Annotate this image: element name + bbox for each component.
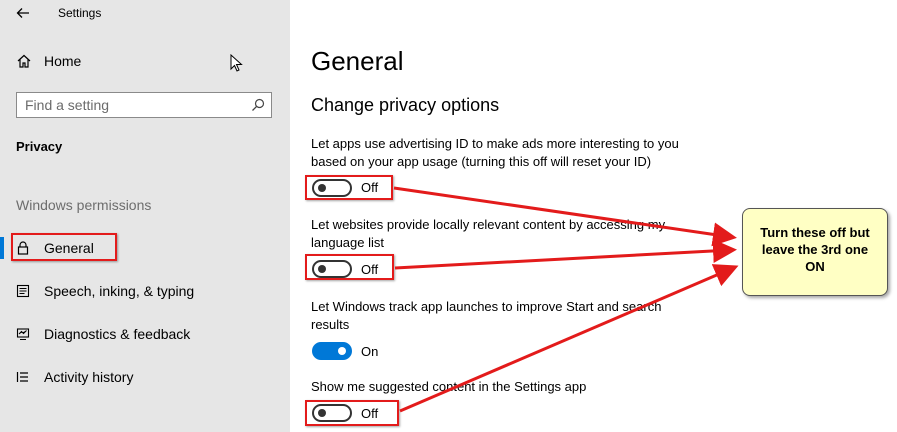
sidebar-item-diagnostics[interactable]: Diagnostics & feedback [16, 323, 190, 345]
annotation-highlight-toggle-2 [305, 254, 394, 280]
callout-line: ON [805, 259, 825, 274]
home-label: Home [44, 53, 82, 69]
callout-line: Turn these off but [760, 225, 870, 240]
sidebar: Settings Home Privacy Windows permission… [0, 0, 290, 432]
sidebar-item-label: Diagnostics & feedback [44, 326, 191, 342]
page-title: General [311, 46, 404, 76]
sidebar-item-label: Activity history [44, 369, 134, 385]
selected-indicator [0, 237, 4, 259]
setting-track-app-launches-text: Let Windows track app launches to improv… [311, 298, 711, 334]
setting-text-line: based on your app usage (turning this of… [311, 154, 652, 169]
setting-text-line: Let apps use advertising ID to make ads … [311, 136, 679, 151]
app-title: Settings [58, 6, 102, 20]
search-input[interactable] [25, 94, 245, 116]
setting-text-line: language list [311, 235, 384, 250]
sidebar-item-speech[interactable]: Speech, inking, & typing [16, 280, 194, 302]
setting-suggested-content-text: Show me suggested content in the Setting… [311, 378, 711, 396]
back-arrow-icon[interactable] [14, 4, 32, 22]
section-title: Privacy [16, 139, 63, 154]
setting-text-line: Let Windows track app launches to improv… [311, 299, 662, 314]
setting-text-line: results [311, 317, 350, 332]
speech-icon [16, 284, 30, 298]
sidebar-item-label: Speech, inking, & typing [44, 283, 195, 299]
annotation-highlight-toggle-1 [305, 175, 393, 200]
annotation-arrow-2 [394, 238, 737, 270]
annotation-callout: Turn these off but leave the 3rd one ON [742, 208, 888, 296]
search-box[interactable] [16, 92, 272, 118]
section-subtitle: Change privacy options [311, 95, 500, 115]
callout-line: leave the 3rd one [761, 242, 869, 257]
group-title: Windows permissions [16, 197, 152, 213]
diagnostics-icon [16, 328, 30, 340]
sidebar-item-activity-history[interactable]: Activity history [16, 366, 133, 388]
annotation-highlight-general [11, 233, 117, 261]
track-app-launches-toggle[interactable] [312, 342, 352, 360]
setting-language-list-text: Let websites provide locally relevant co… [311, 216, 711, 252]
annotation-highlight-toggle-4 [305, 400, 399, 426]
mouse-cursor-icon [230, 54, 243, 72]
setting-text-line: Show me suggested content in the Setting… [311, 379, 587, 394]
setting-text-line: Let websites provide locally relevant co… [311, 217, 666, 232]
search-icon[interactable] [251, 98, 265, 112]
activity-history-icon [16, 372, 28, 382]
home-icon [17, 54, 31, 68]
setting-advertising-id-text: Let apps use advertising ID to make ads … [311, 135, 711, 171]
toggle-knob [338, 347, 346, 355]
track-app-launches-state: On [361, 344, 379, 359]
home-nav-item[interactable]: Home [16, 53, 81, 69]
